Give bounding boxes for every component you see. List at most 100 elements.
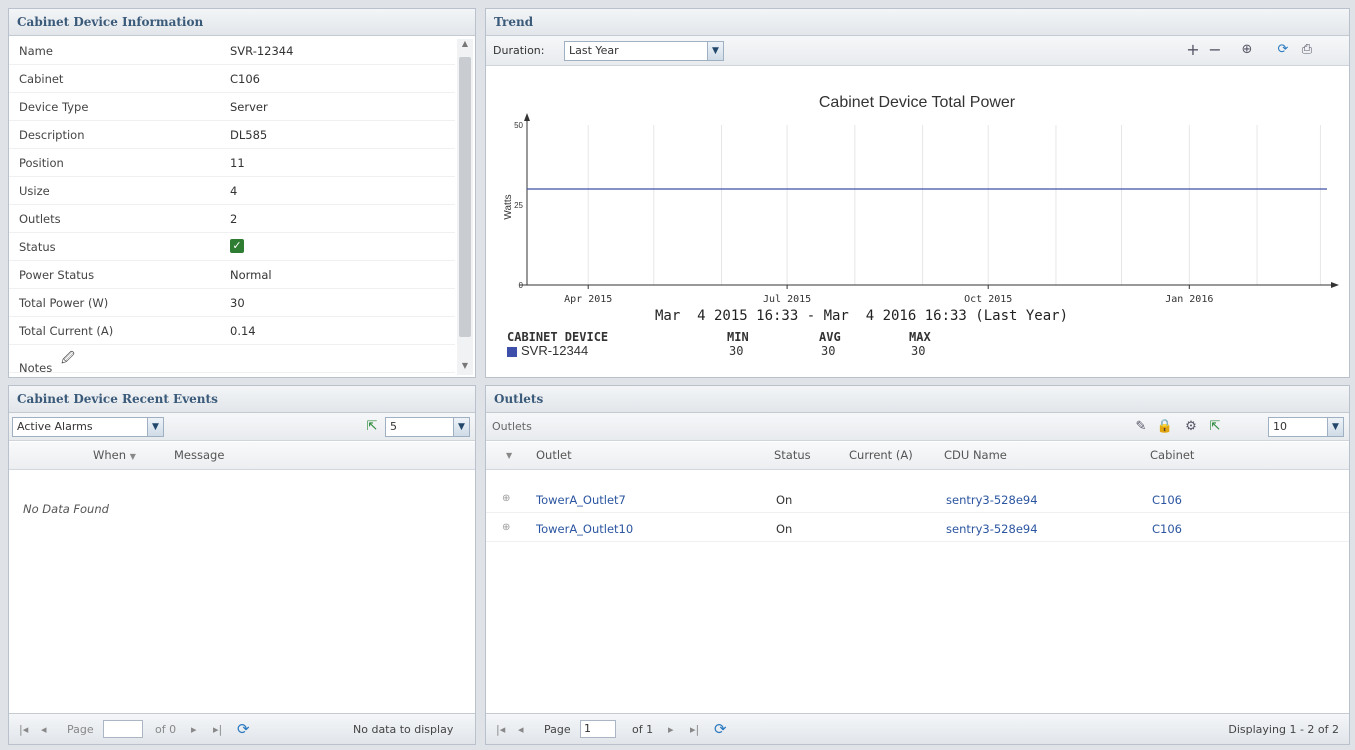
info-row-notes: Notes 🖉 [9, 345, 455, 375]
next-page-icon[interactable]: ▸ [668, 723, 674, 736]
y-axis-label: Watts [503, 194, 514, 219]
last-page-icon[interactable]: ▸| [690, 723, 699, 736]
column-current[interactable]: Current (A) [849, 448, 913, 462]
info-value: Normal [230, 268, 272, 282]
refresh-icon[interactable]: ⟳ [237, 720, 250, 738]
cdu-link[interactable]: sentry3-528e94 [946, 493, 1038, 507]
outlets-panel-title: Outlets [486, 386, 1349, 413]
info-scrollbar[interactable]: ▲ ▼ [457, 39, 473, 375]
x-tick-label: Oct 2015 [964, 294, 1012, 305]
x-tick-label: Apr 2015 [564, 294, 612, 305]
trend-toolbar: Duration: Last Year ▼ + − ⊕ ⟳ ⎙ [486, 36, 1349, 66]
first-page-icon[interactable]: |◂ [19, 723, 28, 736]
expand-icon[interactable]: ⊕ [502, 522, 510, 533]
prev-page-icon[interactable]: ◂ [41, 723, 47, 736]
info-row-description: Description DL585 [9, 121, 455, 149]
prev-page-icon[interactable]: ◂ [518, 723, 524, 736]
duration-label: Duration: [493, 44, 545, 57]
collapse-all-icon[interactable]: ▼ [506, 451, 512, 460]
plot-background [527, 125, 1327, 285]
expand-icon[interactable]: ⊕ [502, 493, 510, 504]
info-row-total-power: Total Power (W) 30 [9, 289, 455, 317]
info-label: Usize [19, 184, 50, 198]
events-filter-select[interactable]: Active Alarms ▼ [12, 417, 164, 437]
table-row[interactable]: ⊕ TowerA_Outlet10 On sentry3-528e94 C106 [486, 516, 1349, 542]
info-grid: Name SVR-12344 Cabinet C106 Device Type … [9, 37, 455, 377]
page-input[interactable]: 1 [580, 720, 616, 738]
info-label: Cabinet [19, 72, 64, 86]
zoom-in-icon[interactable]: + [1184, 41, 1202, 59]
outlets-table-header: ▼ Outlet Status Current (A) CDU Name Cab… [486, 442, 1349, 470]
refresh-icon[interactable]: ⟳ [1274, 41, 1292, 59]
cabinet-link[interactable]: C106 [1152, 493, 1182, 507]
pager-status: Displaying 1 - 2 of 2 [1228, 723, 1339, 736]
column-outlet[interactable]: Outlet [536, 448, 572, 462]
scroll-down-arrow[interactable]: ▼ [457, 361, 473, 375]
column-message[interactable]: Message [174, 448, 224, 462]
pager-status: No data to display [353, 723, 454, 736]
info-row-position: Position 11 [9, 149, 455, 177]
scroll-thumb[interactable] [459, 57, 471, 337]
table-row[interactable]: ⊕ TowerA_Outlet7 On sentry3-528e94 C106 [486, 487, 1349, 513]
y-tick-label: 0 [519, 281, 524, 290]
export-icon[interactable]: ⇱ [363, 418, 381, 436]
column-when[interactable]: When ▼ [93, 448, 136, 462]
info-label: Name [19, 44, 53, 58]
zoom-out-icon[interactable]: − [1206, 41, 1224, 59]
scroll-up-arrow[interactable]: ▲ [457, 39, 473, 53]
status-ok-icon: ✓ [230, 239, 244, 253]
chevron-down-icon[interactable]: ▼ [1327, 418, 1343, 436]
events-page-size-value: 5 [390, 420, 397, 433]
edit-notes-icon[interactable]: 🖉 [61, 349, 75, 371]
settings-icon[interactable]: ⚙ [1182, 418, 1200, 436]
info-label: Total Current (A) [19, 324, 114, 338]
info-row-power-status: Power Status Normal [9, 261, 455, 289]
x-tick-label: Jan 2016 [1165, 294, 1213, 305]
stats-header-avg: AVG [819, 330, 841, 344]
outlet-link[interactable]: TowerA_Outlet10 [536, 522, 633, 536]
lock-icon[interactable]: 🔒 [1156, 418, 1174, 436]
chevron-down-icon[interactable]: ▼ [147, 418, 163, 436]
outlet-link[interactable]: TowerA_Outlet7 [536, 493, 626, 507]
cabinet-link[interactable]: C106 [230, 72, 260, 86]
duration-select[interactable]: Last Year ▼ [564, 41, 724, 61]
y-tick-label: 25 [514, 201, 523, 210]
edit-icon[interactable]: ✎ [1132, 418, 1150, 436]
info-label: Outlets [19, 212, 61, 226]
page-label: Page [67, 723, 94, 736]
sort-down-icon: ▼ [129, 452, 136, 461]
info-value: 11 [230, 156, 245, 170]
first-page-icon[interactable]: |◂ [496, 723, 505, 736]
outlet-status: On [776, 522, 793, 536]
next-page-icon[interactable]: ▸ [191, 723, 197, 736]
last-page-icon[interactable]: ▸| [213, 723, 222, 736]
refresh-icon[interactable]: ⟳ [714, 720, 727, 738]
column-cabinet[interactable]: Cabinet [1150, 448, 1194, 462]
info-value: 0.14 [230, 324, 256, 338]
page-input[interactable] [103, 720, 143, 738]
column-cdu-name[interactable]: CDU Name [944, 448, 1007, 462]
events-page-size-select[interactable]: 5 ▼ [385, 417, 470, 437]
outlets-page-size-select[interactable]: 10 ▼ [1268, 417, 1344, 437]
print-icon[interactable]: ⎙ [1298, 41, 1316, 59]
chevron-down-icon[interactable]: ▼ [453, 418, 469, 436]
cabinet-link[interactable]: C106 [1152, 522, 1182, 536]
stats-device: SVR-12344 [521, 343, 589, 358]
outlets-page-size-value: 10 [1273, 420, 1287, 433]
column-status[interactable]: Status [774, 448, 811, 462]
chevron-down-icon[interactable]: ▼ [707, 42, 723, 60]
outlets-toolbar-label: Outlets [492, 420, 532, 433]
info-label: Status [19, 240, 56, 254]
zoom-fit-icon[interactable]: ⊕ [1238, 41, 1256, 59]
info-label: Power Status [19, 268, 95, 282]
outlets-toolbar: Outlets ✎ 🔒 ⚙ ⇱ 10 ▼ [486, 413, 1349, 441]
trend-panel: Trend Duration: Last Year ▼ + − ⊕ ⟳ ⎙ Ca… [485, 8, 1350, 378]
info-row-device-type: Device Type Server [9, 93, 455, 121]
info-row-total-current: Total Current (A) 0.14 [9, 317, 455, 345]
info-row-status: Status ✓ [9, 233, 455, 261]
empty-state: No Data Found [23, 502, 109, 516]
info-value: 2 [230, 212, 238, 226]
cdu-link[interactable]: sentry3-528e94 [946, 522, 1038, 536]
page-label: Page [544, 723, 571, 736]
export-icon[interactable]: ⇱ [1206, 418, 1224, 436]
